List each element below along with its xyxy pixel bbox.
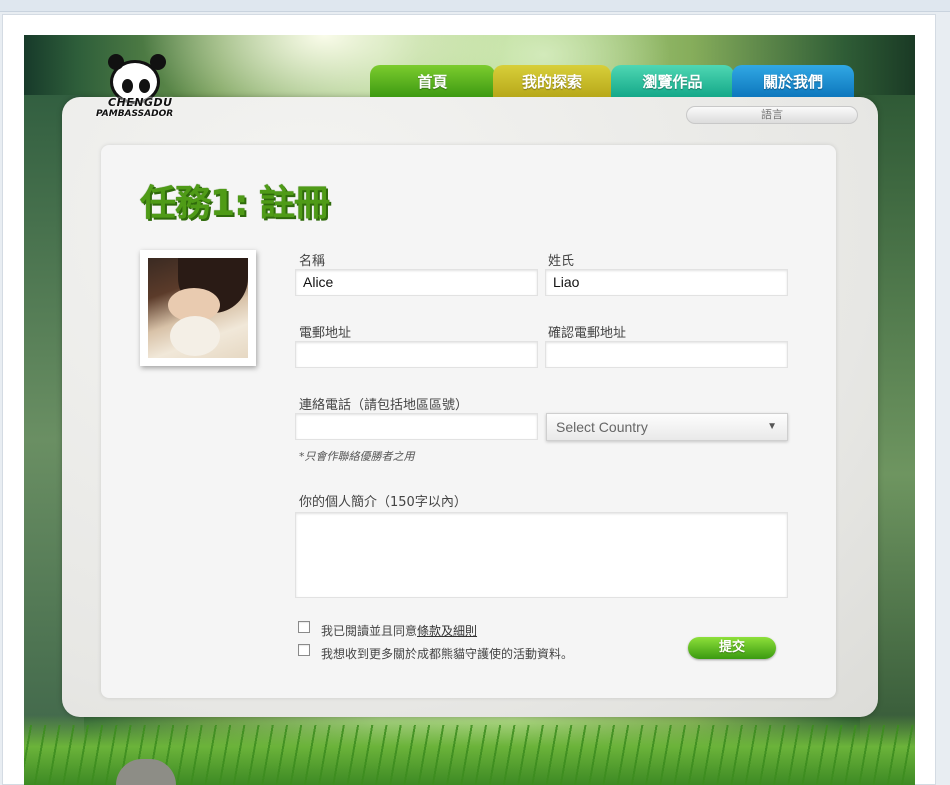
tab-browse-works[interactable]: 瀏覽作品 <box>611 65 734 97</box>
agree-terms-label: 我已閱讀並且同意條款及細則 <box>321 624 478 638</box>
country-select[interactable]: Select Country ▼ <box>546 413 788 441</box>
first-name-label: 名稱 <box>299 254 326 269</box>
agree-terms-checkbox[interactable] <box>298 621 310 633</box>
phone-note: *只會作聯絡優勝者之用 <box>299 450 415 463</box>
phone-input[interactable] <box>295 413 538 440</box>
first-name-input[interactable]: Alice <box>295 269 538 296</box>
country-select-value: Select Country <box>556 419 648 435</box>
panda-ear-right <box>150 54 166 70</box>
tab-about-us[interactable]: 關於我們 <box>732 65 854 97</box>
submit-button[interactable]: 提交 <box>688 637 776 659</box>
phone-label: 連絡電話（請包括地區區號） <box>299 398 469 413</box>
email-input[interactable] <box>295 341 538 368</box>
browser-chrome-top <box>0 0 950 12</box>
language-selector[interactable]: 語言 <box>686 106 858 124</box>
panda-ear-left <box>108 54 124 70</box>
bio-label: 你的個人簡介（150字以內） <box>299 495 467 510</box>
bio-textarea[interactable] <box>295 512 788 598</box>
chengdu-pambassador-logo[interactable]: CHENGDU PAMBASSADOR <box>96 54 186 130</box>
last-name-label: 姓氏 <box>548 254 575 269</box>
logo-text-line1: CHENGDU <box>108 96 173 109</box>
page-title: 任務1: 註冊 <box>140 183 330 224</box>
logo-text-line2: PAMBASSADOR <box>96 109 174 119</box>
tab-home[interactable]: 首頁 <box>370 65 495 97</box>
terms-link[interactable]: 條款及細則 <box>417 624 477 638</box>
profile-photo <box>148 258 248 358</box>
email-label: 電郵地址 <box>299 326 352 341</box>
subscribe-label: 我想收到更多關於成都熊貓守護使的活動資料。 <box>321 647 574 661</box>
confirm-email-input[interactable] <box>545 341 788 368</box>
profile-photo-frame[interactable] <box>140 250 256 366</box>
teddy-bear-image <box>170 316 220 356</box>
tab-my-explore[interactable]: 我的探索 <box>493 65 611 97</box>
subscribe-checkbox[interactable] <box>298 644 310 656</box>
last-name-input[interactable]: Liao <box>545 269 788 296</box>
confirm-email-label: 確認電郵地址 <box>548 326 627 341</box>
chevron-down-icon: ▼ <box>767 421 777 432</box>
